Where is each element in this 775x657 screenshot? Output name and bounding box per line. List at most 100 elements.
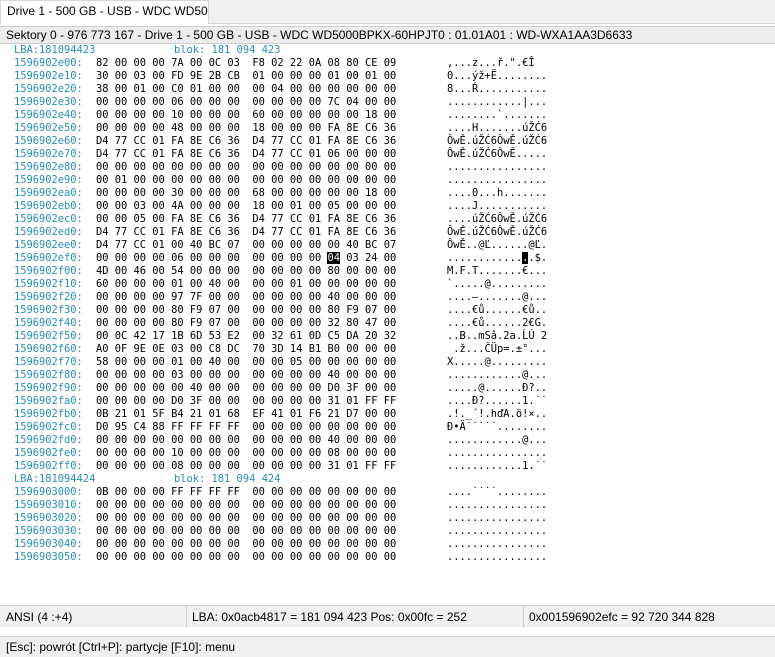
- ascii-text[interactable]: ..............$.: [447, 252, 547, 265]
- ascii-text[interactable]: `.....@.........: [447, 278, 547, 291]
- tab-bar: Drive 1 - 500 GB - USB - WDC WD50...: [0, 0, 775, 24]
- ascii-text[interactable]: ................: [447, 447, 547, 460]
- hex-bytes[interactable]: D0 95 C4 88 FF FF FF FF 00 00 00 00 00 0…: [96, 421, 396, 434]
- hex-bytes[interactable]: 00 00 00 00 97 7F 00 00 00 00 00 00 40 0…: [96, 291, 396, 304]
- ascii-text[interactable]: ÔwĚ.úŽĆ6ÔwĚ.....: [447, 148, 547, 161]
- ascii-text[interactable]: ................: [447, 174, 547, 187]
- hex-row: 1596902ff0: 00 00 00 00 08 00 00 00 00 00…: [0, 460, 775, 473]
- row-offset: 1596903000:: [14, 486, 83, 498]
- ascii-text[interactable]: ............@...: [447, 369, 547, 382]
- hex-bytes[interactable]: 00 00 00 00 00 00 00 00 00 00 00 00 00 0…: [96, 551, 396, 564]
- hex-bytes[interactable]: 00 00 00 00 06 00 00 00 00 00 00 00 04 0…: [96, 252, 396, 265]
- ascii-text[interactable]: ................: [447, 161, 547, 174]
- ascii-text[interactable]: ,...z...ř.".€Î: [447, 57, 535, 70]
- hex-bytes[interactable]: 0B 21 01 5F B4 21 01 68 EF 41 01 F6 21 D…: [96, 408, 396, 421]
- row-offset: 1596902f40:: [14, 317, 83, 329]
- hex-bytes[interactable]: 00 00 00 00 00 00 00 00 00 00 00 00 00 0…: [96, 538, 396, 551]
- hex-bytes[interactable]: 00 00 00 00 D0 3F 00 00 00 00 00 00 31 0…: [96, 395, 396, 408]
- ascii-text[interactable]: ....úŽĆ6ÔwĚ.úŽĆ6: [447, 213, 547, 226]
- hex-bytes[interactable]: 00 00 00 00 03 00 00 00 00 00 00 00 40 0…: [96, 369, 396, 382]
- hex-row: 1596902e90: 00 01 00 00 00 00 00 00 00 00…: [0, 174, 775, 187]
- hex-bytes[interactable]: 00 00 03 00 4A 00 00 00 18 00 01 00 05 0…: [96, 200, 396, 213]
- hex-bytes[interactable]: 00 00 00 00 10 00 00 00 00 00 00 00 08 0…: [96, 447, 396, 460]
- ascii-text[interactable]: ....—.......@...: [447, 291, 547, 304]
- ascii-text[interactable]: Đ•Ä˙˙˙˙˙........: [447, 421, 547, 434]
- hex-row: 1596902ec0: 00 00 05 00 FA 8E C6 36 D4 77…: [0, 213, 775, 226]
- hex-bytes[interactable]: 38 00 01 00 C0 01 00 00 00 04 00 00 00 0…: [96, 83, 396, 96]
- ascii-text[interactable]: ........`.......: [447, 109, 547, 122]
- ascii-text[interactable]: ....0...h.......: [447, 187, 547, 200]
- hex-row: 1596903020: 00 00 00 00 00 00 00 00 00 00…: [0, 512, 775, 525]
- ascii-text[interactable]: ................: [447, 551, 547, 564]
- ascii-text[interactable]: ................: [447, 538, 547, 551]
- status-absolute-offset: 0x001596902efc = 92 720 344 828: [529, 610, 715, 624]
- hex-row: 1596902fe0: 00 00 00 00 10 00 00 00 00 00…: [0, 447, 775, 460]
- hex-row: 1596903040: 00 00 00 00 00 00 00 00 00 00…: [0, 538, 775, 551]
- ascii-text[interactable]: ............|...: [447, 96, 547, 109]
- row-offset: 1596902fa0:: [14, 395, 83, 407]
- hex-bytes[interactable]: 00 00 00 00 30 00 00 00 68 00 00 00 00 0…: [96, 187, 396, 200]
- hex-bytes[interactable]: 0B 00 00 00 FF FF FF FF 00 00 00 00 00 0…: [96, 486, 396, 499]
- hex-bytes[interactable]: 82 00 00 00 7A 00 0C 03 F8 02 22 0A 08 8…: [96, 57, 396, 70]
- ascii-text[interactable]: ....€ů......€ů..: [447, 304, 547, 317]
- hex-bytes[interactable]: 00 00 00 00 08 00 00 00 00 00 00 00 31 0…: [96, 460, 396, 473]
- ascii-text[interactable]: 8...Ŕ...........: [447, 83, 547, 96]
- hex-bytes[interactable]: 00 00 00 00 10 00 00 00 60 00 00 00 00 0…: [96, 109, 396, 122]
- hex-bytes[interactable]: D4 77 CC 01 FA 8E C6 36 D4 77 CC 01 FA 8…: [96, 226, 396, 239]
- hex-view[interactable]: LBA:181094423 blok: 181 094 423 1596902e00…: [0, 44, 775, 605]
- lba-separator-row: LBA:181094424 blok: 181 094 424: [0, 473, 775, 486]
- ascii-text[interactable]: ....H.......úŽĆ6: [447, 122, 547, 135]
- hex-bytes[interactable]: 00 00 00 00 00 40 00 00 00 00 00 00 D0 3…: [96, 382, 396, 395]
- hex-bytes[interactable]: 00 0C 42 17 1B 6D 53 E2 00 32 61 0D C5 D…: [96, 330, 396, 343]
- row-offset: 1596902e40:: [14, 109, 83, 121]
- ascii-text[interactable]: ....J...........: [447, 200, 547, 213]
- ascii-text[interactable]: ................: [447, 499, 547, 512]
- ascii-text[interactable]: .!._´!.hďA.ö!×..: [447, 408, 547, 421]
- hex-bytes[interactable]: 30 00 03 00 FD 9E 2B CB 01 00 00 00 01 0…: [96, 70, 396, 83]
- ascii-text[interactable]: ................: [447, 525, 547, 538]
- hex-bytes[interactable]: 00 00 00 00 80 F9 07 00 00 00 00 00 32 8…: [96, 317, 396, 330]
- hex-bytes[interactable]: A0 0F 9E 0E 03 00 C8 DC 70 3D 14 B1 B0 0…: [96, 343, 396, 356]
- ascii-text[interactable]: .....@......Đ?..: [447, 382, 547, 395]
- ascii-text[interactable]: X.....@.........: [447, 356, 547, 369]
- ascii-text[interactable]: ................: [447, 512, 547, 525]
- row-offset: 1596902f60:: [14, 343, 83, 355]
- ascii-text[interactable]: ÔwĚ.úŽĆ6ÔwĚ.úŽĆ6: [447, 135, 547, 148]
- hex-bytes[interactable]: 58 00 00 00 01 00 40 00 00 00 05 00 00 0…: [96, 356, 396, 369]
- ascii-text[interactable]: ....˙˙˙˙........: [447, 486, 547, 499]
- hex-row: 1596902eb0: 00 00 03 00 4A 00 00 00 18 00…: [0, 200, 775, 213]
- hex-bytes[interactable]: 00 01 00 00 00 00 00 00 00 00 00 00 00 0…: [96, 174, 396, 187]
- hex-bytes[interactable]: 00 00 00 00 00 00 00 00 00 00 00 00 40 0…: [96, 434, 396, 447]
- ascii-text[interactable]: ............1.˙˙: [447, 460, 547, 473]
- tab-drive-1[interactable]: Drive 1 - 500 GB - USB - WDC WD50...: [0, 0, 209, 24]
- ascii-text[interactable]: ............@...: [447, 434, 547, 447]
- sector-header: Sektory 0 - 976 773 167 - Drive 1 - 500 …: [0, 26, 775, 44]
- hex-bytes[interactable]: 00 00 00 00 00 00 00 00 00 00 00 00 00 0…: [96, 161, 396, 174]
- ascii-text[interactable]: ÔwĚ..@Ľ......@Ľ.: [447, 239, 547, 252]
- hex-bytes[interactable]: 00 00 00 00 00 00 00 00 00 00 00 00 00 0…: [96, 512, 396, 525]
- hex-bytes[interactable]: 00 00 00 00 00 00 00 00 00 00 00 00 00 0…: [96, 499, 396, 512]
- ascii-text[interactable]: .ž...ČÜp=.±°...: [447, 343, 547, 356]
- hex-bytes[interactable]: 4D 00 46 00 54 00 00 00 00 00 00 00 80 0…: [96, 265, 396, 278]
- cursor-byte[interactable]: 04: [327, 252, 340, 264]
- hex-row: 1596902f40: 00 00 00 00 80 F9 07 00 00 00…: [0, 317, 775, 330]
- hex-bytes[interactable]: D4 77 CC 01 FA 8E C6 36 D4 77 CC 01 FA 8…: [96, 135, 396, 148]
- ascii-text[interactable]: M.F.T.......€...: [447, 265, 547, 278]
- hex-row: 1596902e30: 00 00 00 00 06 00 00 00 00 00…: [0, 96, 775, 109]
- hex-bytes[interactable]: 00 00 00 00 80 F9 07 00 00 00 00 00 80 F…: [96, 304, 396, 317]
- hex-bytes[interactable]: 00 00 05 00 FA 8E C6 36 D4 77 CC 01 FA 8…: [96, 213, 396, 226]
- hex-bytes[interactable]: 00 00 00 00 48 00 00 00 18 00 00 00 FA 8…: [96, 122, 396, 135]
- ascii-text[interactable]: ..B..mSâ.2a.ĹÚ 2: [447, 330, 547, 343]
- row-offset: 1596902e30:: [14, 96, 83, 108]
- ascii-text[interactable]: ÔwĚ.úŽĆ6ÔwĚ.úŽĆ6: [447, 226, 547, 239]
- ascii-text[interactable]: ....€ů......2€G.: [447, 317, 547, 330]
- hex-bytes[interactable]: D4 77 CC 01 00 40 BC 07 00 00 00 00 00 4…: [96, 239, 396, 252]
- hex-bytes[interactable]: 00 00 00 00 06 00 00 00 00 00 00 00 7C 0…: [96, 96, 396, 109]
- hex-row: 1596903050: 00 00 00 00 00 00 00 00 00 00…: [0, 551, 775, 564]
- hex-row: 1596902ea0: 00 00 00 00 30 00 00 00 68 00…: [0, 187, 775, 200]
- hex-bytes[interactable]: 60 00 00 00 01 00 40 00 00 00 01 00 00 0…: [96, 278, 396, 291]
- hex-bytes[interactable]: D4 77 CC 01 FA 8E C6 36 D4 77 CC 01 06 0…: [96, 148, 396, 161]
- ascii-text[interactable]: 0...ýž+Ë........: [447, 70, 547, 83]
- hex-bytes[interactable]: 00 00 00 00 00 00 00 00 00 00 00 00 00 0…: [96, 525, 396, 538]
- ascii-text[interactable]: ....Đ?......1.˙˙: [447, 395, 547, 408]
